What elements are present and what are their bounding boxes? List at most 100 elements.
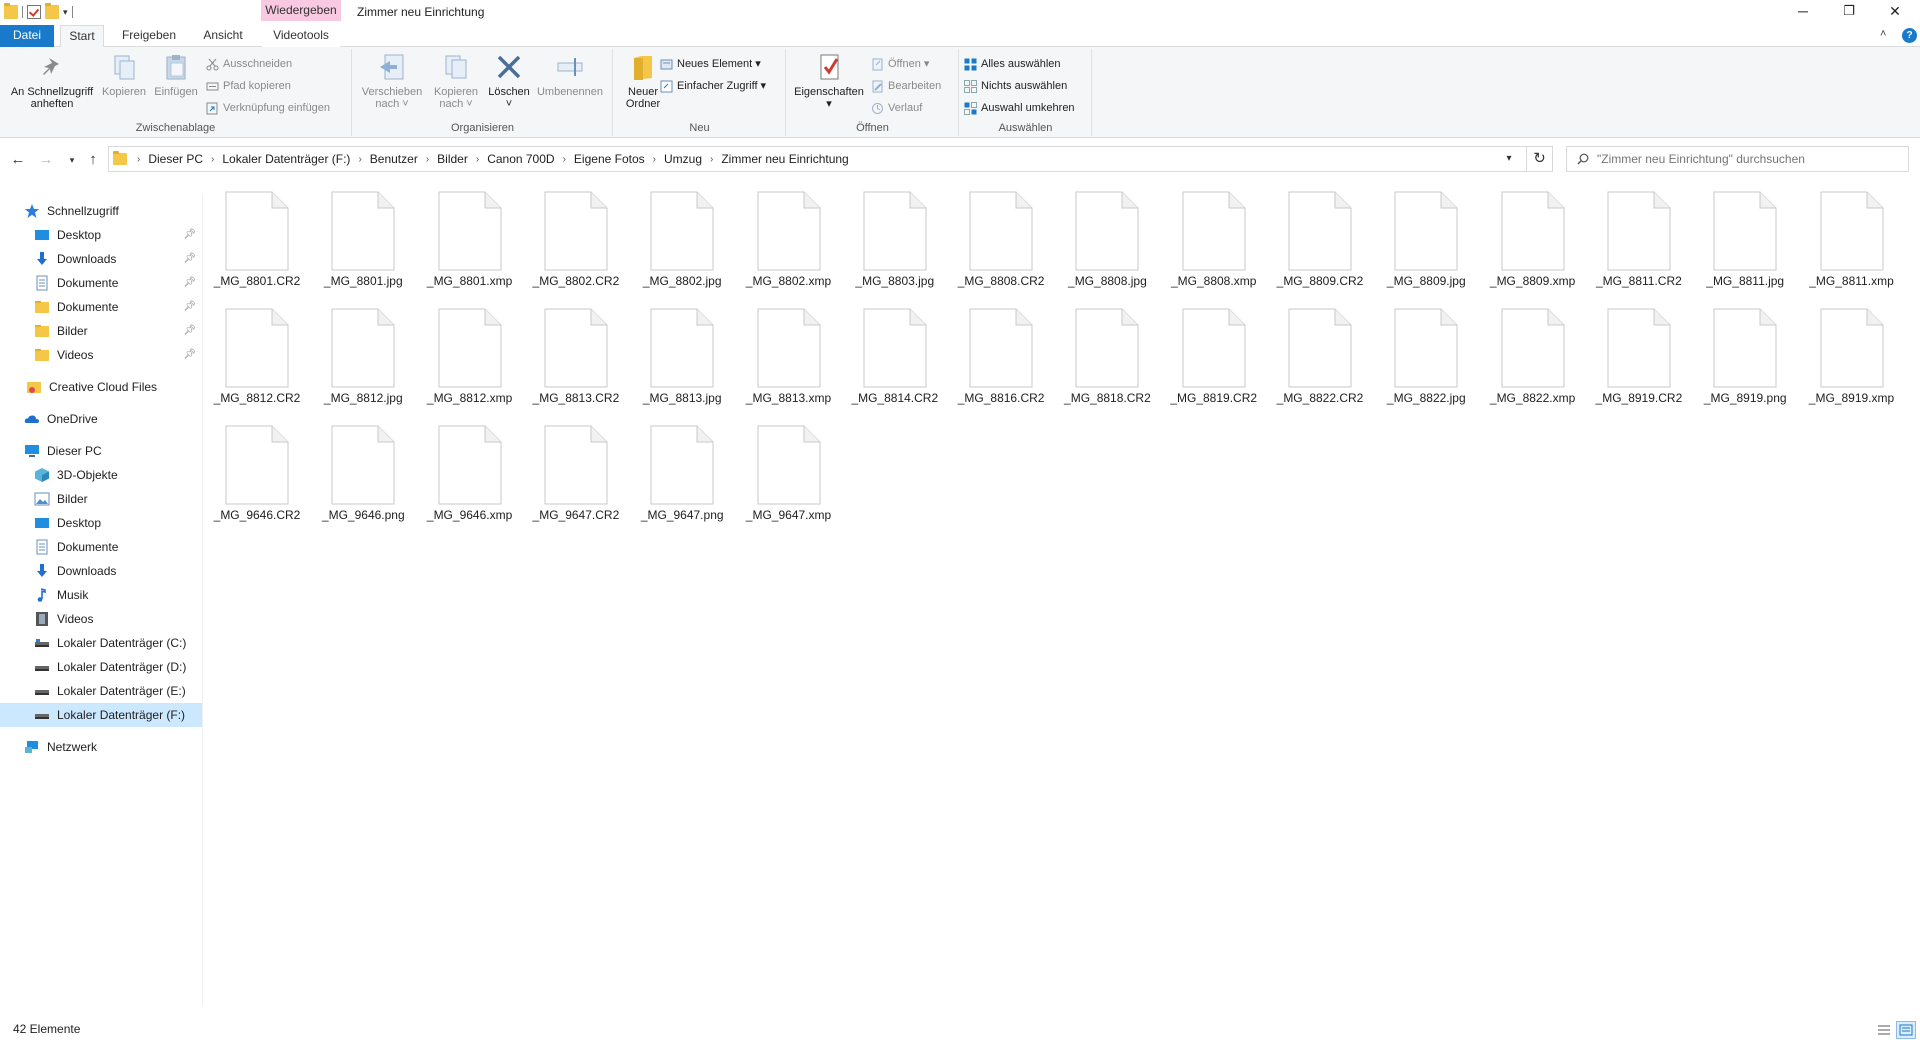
nav-quick-videos[interactable]: Videos 📌︎ xyxy=(0,343,202,367)
breadcrumb-separator-icon[interactable]: › xyxy=(354,154,365,165)
navigation-pane[interactable]: Schnellzugriff Desktop 📌︎ Downloads 📌︎ Dok… xyxy=(0,195,203,1005)
breadcrumb-item[interactable]: Eigene Fotos xyxy=(570,152,649,166)
tab-video-tools[interactable]: Videotools xyxy=(262,25,340,47)
file-item[interactable]: _MG_8811.jpg xyxy=(1692,178,1798,290)
file-item[interactable]: _MG_8919.png xyxy=(1692,295,1798,407)
file-item[interactable]: _MG_8803.jpg xyxy=(842,178,948,290)
breadcrumb-separator-icon[interactable]: › xyxy=(559,154,570,165)
breadcrumb-separator-icon[interactable]: › xyxy=(133,154,144,165)
breadcrumb-item[interactable]: Bilder xyxy=(433,152,472,166)
file-item[interactable]: _MG_8818.CR2 xyxy=(1054,295,1160,407)
file-item[interactable]: _MG_8812.CR2 xyxy=(204,295,310,407)
file-item[interactable]: _MG_9647.xmp xyxy=(736,412,842,524)
nav-quick-pictures[interactable]: Bilder 📌︎ xyxy=(0,319,202,343)
details-view-button[interactable] xyxy=(1874,1021,1894,1039)
pin-icon[interactable]: 📌︎ xyxy=(183,277,196,288)
file-item[interactable]: _MG_8822.xmp xyxy=(1480,295,1586,407)
nav-creative-cloud[interactable]: Creative Cloud Files xyxy=(0,375,202,399)
file-item[interactable]: _MG_9646.CR2 xyxy=(204,412,310,524)
file-item[interactable]: _MG_8802.jpg xyxy=(629,178,735,290)
copy-to-button[interactable]: Kopieren nach ˅ xyxy=(427,52,485,110)
file-item[interactable]: _MG_8812.jpg xyxy=(310,295,416,407)
nav-onedrive[interactable]: OneDrive xyxy=(0,407,202,431)
search-input[interactable] xyxy=(1597,152,1897,166)
nav-pc-desktop[interactable]: Desktop xyxy=(0,511,202,535)
file-item[interactable]: _MG_8814.CR2 xyxy=(842,295,948,407)
collapse-ribbon-icon[interactable]: ˄ xyxy=(1880,28,1886,40)
up-button[interactable]: ↑ xyxy=(83,150,103,170)
file-item[interactable]: _MG_8809.jpg xyxy=(1373,178,1479,290)
nav-quick-documents-folder[interactable]: Dokumente 📌︎ xyxy=(0,295,202,319)
breadcrumb-separator-icon[interactable]: › xyxy=(706,154,717,165)
tab-share[interactable]: Freigeben xyxy=(114,25,184,47)
nav-drive-c[interactable]: Lokaler Datenträger (C:) xyxy=(0,631,202,655)
nav-pc-pictures[interactable]: Bilder xyxy=(0,487,202,511)
breadcrumb-item[interactable]: Umzug xyxy=(660,152,706,166)
history-button[interactable]: Verlauf xyxy=(871,99,922,117)
file-item[interactable]: _MG_8801.xmp xyxy=(417,178,523,290)
new-item-button[interactable]: Neues Element ▾ xyxy=(660,55,761,73)
nav-quick-documents[interactable]: Dokumente 📌︎ xyxy=(0,271,202,295)
back-button[interactable]: ← xyxy=(8,150,28,170)
select-all-button[interactable]: Alles auswählen xyxy=(964,55,1061,73)
nav-quick-desktop[interactable]: Desktop 📌︎ xyxy=(0,223,202,247)
restore-button[interactable]: ❐ xyxy=(1826,0,1872,22)
breadcrumb-separator-icon[interactable]: › xyxy=(472,154,483,165)
nav-pc-3d-objects[interactable]: 3D-Objekte xyxy=(0,463,202,487)
refresh-button[interactable]: ↻ xyxy=(1527,146,1553,172)
nav-quick-downloads[interactable]: Downloads 📌︎ xyxy=(0,247,202,271)
file-item[interactable]: _MG_8811.CR2 xyxy=(1586,178,1692,290)
open-button[interactable]: Öffnen ▾ xyxy=(871,55,929,73)
tab-home[interactable]: Start xyxy=(60,25,104,48)
file-item[interactable]: _MG_8919.xmp xyxy=(1799,295,1905,407)
nav-this-pc[interactable]: Dieser PC xyxy=(0,439,202,463)
nav-network[interactable]: Netzwerk xyxy=(0,735,202,759)
file-item[interactable]: _MG_9646.png xyxy=(310,412,416,524)
properties-button[interactable]: Eigenschaften ▾ xyxy=(791,52,867,110)
nav-drive-e[interactable]: Lokaler Datenträger (E:) xyxy=(0,679,202,703)
file-item[interactable]: _MG_8811.xmp xyxy=(1799,178,1905,290)
file-view[interactable]: _MG_8801.CR2 _MG_8801.jpg _MG_8801.xmp _MG_… xyxy=(204,180,1920,1005)
large-icons-view-button[interactable] xyxy=(1896,1021,1916,1039)
minimize-button[interactable]: ─ xyxy=(1780,0,1826,22)
pin-icon[interactable]: 📌︎ xyxy=(183,253,196,264)
file-item[interactable]: _MG_8819.CR2 xyxy=(1161,295,1267,407)
pin-icon[interactable]: 📌︎ xyxy=(183,229,196,240)
paste-shortcut-button[interactable]: Verknüpfung einfügen xyxy=(206,99,330,117)
nav-quick-access[interactable]: Schnellzugriff xyxy=(0,199,202,223)
breadcrumb-item[interactable]: Dieser PC xyxy=(144,152,207,166)
edit-button[interactable]: Bearbeiten xyxy=(871,77,941,95)
pin-icon[interactable]: 📌︎ xyxy=(183,301,196,312)
tab-view[interactable]: Ansicht xyxy=(194,25,252,47)
address-bar[interactable]: › Dieser PC › Lokaler Datenträger (F:) ›… xyxy=(108,146,1527,172)
breadcrumb-separator-icon[interactable]: › xyxy=(422,154,433,165)
cut-button[interactable]: Ausschneiden xyxy=(206,55,292,73)
file-item[interactable]: _MG_8816.CR2 xyxy=(948,295,1054,407)
copy-path-button[interactable]: Pfad kopieren xyxy=(206,77,291,95)
address-history-dropdown[interactable]: ▾ xyxy=(1498,146,1520,172)
file-item[interactable]: _MG_8801.jpg xyxy=(310,178,416,290)
recent-locations-button[interactable]: ▾ xyxy=(62,150,82,170)
close-button[interactable]: ✕ xyxy=(1872,0,1918,22)
select-none-button[interactable]: Nichts auswählen xyxy=(964,77,1067,95)
copy-button[interactable]: Kopieren xyxy=(100,52,148,98)
file-item[interactable]: _MG_8813.CR2 xyxy=(523,295,629,407)
pin-icon[interactable]: 📌︎ xyxy=(183,325,196,336)
pin-quick-access-button[interactable]: An Schnellzugriff anheften xyxy=(4,52,100,110)
file-item[interactable]: _MG_8812.xmp xyxy=(417,295,523,407)
file-item[interactable]: _MG_8808.jpg xyxy=(1054,178,1160,290)
nav-drive-f[interactable]: Lokaler Datenträger (F:) xyxy=(0,703,202,727)
file-item[interactable]: _MG_8813.jpg xyxy=(629,295,735,407)
forward-button[interactable]: → xyxy=(36,150,56,170)
file-item[interactable]: _MG_8813.xmp xyxy=(736,295,842,407)
file-item[interactable]: _MG_8919.CR2 xyxy=(1586,295,1692,407)
new-folder-icon[interactable] xyxy=(45,3,59,19)
file-item[interactable]: _MG_8809.CR2 xyxy=(1267,178,1373,290)
nav-drive-d[interactable]: Lokaler Datenträger (D:) xyxy=(0,655,202,679)
pin-icon[interactable]: 📌︎ xyxy=(183,349,196,360)
help-icon[interactable]: ? xyxy=(1902,28,1917,43)
search-box[interactable] xyxy=(1566,146,1909,172)
breadcrumb-item[interactable]: Benutzer xyxy=(366,152,422,166)
nav-pc-videos[interactable]: Videos xyxy=(0,607,202,631)
customize-qat-icon[interactable]: ▾ xyxy=(63,7,68,18)
